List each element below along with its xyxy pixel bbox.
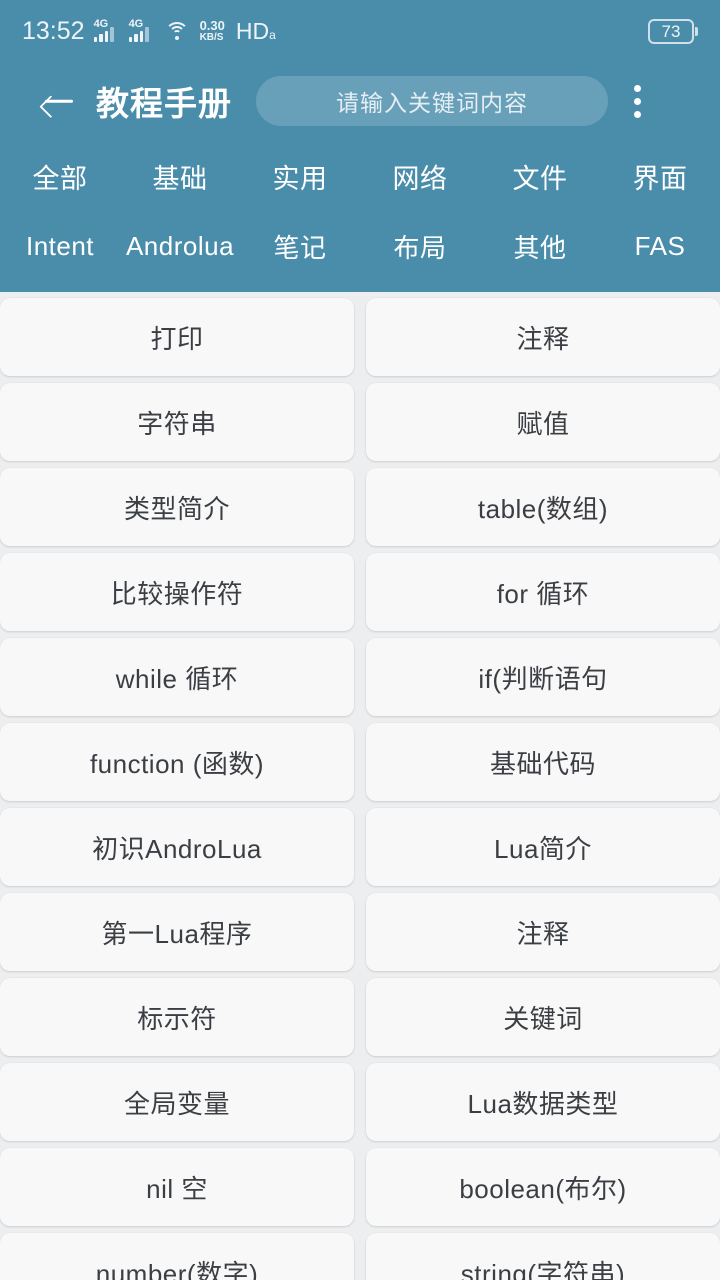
tab-fas[interactable]: FAS bbox=[600, 231, 720, 262]
tutorial-list[interactable]: 打印 注释 字符串 赋值 类型简介 table(数组) 比较操作符 for 循环 while 循… bbox=[0, 292, 720, 1280]
tutorial-card[interactable]: Lua简介 bbox=[366, 808, 720, 886]
tutorial-card-label: if(判断语句 bbox=[478, 663, 608, 694]
tutorial-grid: 打印 注释 字符串 赋值 类型简介 table(数组) 比较操作符 for 循环 while 循… bbox=[0, 298, 720, 1280]
page-title: 教程手册 bbox=[96, 85, 232, 122]
tutorial-card-label: 关键词 bbox=[503, 1003, 583, 1034]
battery-percent-label: 73 bbox=[648, 18, 694, 44]
signal-bars-2 bbox=[128, 27, 149, 42]
app-screen: 13:52 4G 4G 0.30 KB/S HD a 73 教程手册 请输入关键… bbox=[0, 0, 720, 1280]
tutorial-card[interactable]: 比较操作符 bbox=[0, 553, 354, 631]
tutorial-card-label: for 循环 bbox=[496, 578, 590, 609]
hd-voice-icon: HD a bbox=[236, 18, 276, 45]
tutorial-card-label: 打印 bbox=[150, 323, 204, 354]
wifi-icon bbox=[164, 20, 190, 42]
status-clock: 13:52 bbox=[22, 16, 85, 45]
signal-bars-1 bbox=[93, 27, 114, 42]
tutorial-card-label: 标示符 bbox=[137, 1003, 217, 1034]
tutorial-card-label: 第一Lua程序 bbox=[101, 918, 253, 949]
tutorial-card-label: while 循环 bbox=[115, 663, 239, 694]
battery-icon: 73 bbox=[648, 18, 698, 44]
network-speed-value: 0.30 bbox=[199, 18, 225, 33]
tutorial-card-label: 注释 bbox=[516, 918, 570, 949]
tutorial-card[interactable]: nil 空 bbox=[0, 1148, 354, 1226]
tab-notes[interactable]: 笔记 bbox=[240, 228, 360, 265]
tutorial-card[interactable]: 类型简介 bbox=[0, 468, 354, 546]
tutorial-card-label: 比较操作符 bbox=[110, 578, 244, 609]
search-input[interactable]: 请输入关键词内容 bbox=[256, 76, 608, 126]
tutorial-card[interactable]: 标示符 bbox=[0, 978, 354, 1056]
cellular-signal-2-icon: 4G bbox=[128, 19, 155, 42]
cellular-signal-1-icon: 4G bbox=[93, 19, 120, 42]
network-speed-unit: KB/S bbox=[199, 32, 224, 43]
tab-basic[interactable]: 基础 bbox=[120, 157, 240, 196]
tutorial-card-label: Lua数据类型 bbox=[467, 1088, 619, 1119]
tutorial-card[interactable]: 全局变量 bbox=[0, 1063, 354, 1141]
tab-other[interactable]: 其他 bbox=[480, 228, 600, 265]
tutorial-card-label: 赋值 bbox=[516, 408, 570, 439]
tutorial-card[interactable]: for 循环 bbox=[366, 553, 720, 631]
category-tabs: 全部 基础 实用 网络 文件 界面 Intent Androlua 笔记 布局 … bbox=[0, 140, 720, 280]
tab-file[interactable]: 文件 bbox=[480, 157, 600, 196]
hd-label: HD bbox=[235, 17, 270, 44]
tab-practical[interactable]: 实用 bbox=[240, 157, 360, 196]
tutorial-card[interactable]: 注释 bbox=[366, 893, 720, 971]
tutorial-card[interactable]: 打印 bbox=[0, 298, 354, 376]
tutorial-card-label: nil 空 bbox=[146, 1173, 208, 1204]
tab-layout[interactable]: 布局 bbox=[360, 228, 480, 265]
status-bar-left: 13:52 4G 4G 0.30 KB/S HD a bbox=[22, 17, 276, 46]
battery-cap bbox=[695, 26, 698, 36]
tab-androlua[interactable]: Androlua bbox=[120, 231, 240, 262]
tutorial-card[interactable]: if(判断语句 bbox=[366, 638, 720, 716]
tutorial-card[interactable]: while 循环 bbox=[0, 638, 354, 716]
tutorial-card-label: 基础代码 bbox=[489, 748, 596, 779]
app-header: 13:52 4G 4G 0.30 KB/S HD a 73 教程手册 请输入关键… bbox=[0, 0, 720, 292]
tab-ui[interactable]: 界面 bbox=[600, 157, 720, 196]
tutorial-card-label: table(数组) bbox=[477, 493, 609, 524]
tutorial-card[interactable]: 第一Lua程序 bbox=[0, 893, 354, 971]
tutorial-card-label: 全局变量 bbox=[123, 1088, 230, 1119]
tutorial-card-label: Lua简介 bbox=[494, 833, 592, 864]
tutorial-card-label: number(数字) bbox=[95, 1258, 259, 1280]
back-arrow-icon[interactable] bbox=[38, 80, 80, 122]
tutorial-card-label: 初识AndroLua bbox=[92, 833, 262, 864]
tutorial-card[interactable]: 注释 bbox=[366, 298, 720, 376]
tutorial-card[interactable]: 字符串 bbox=[0, 383, 354, 461]
tutorial-card-label: string(字符串) bbox=[460, 1258, 626, 1280]
tutorial-card[interactable]: boolean(布尔) bbox=[366, 1148, 720, 1226]
tutorial-card-label: boolean(布尔) bbox=[459, 1173, 627, 1204]
tab-intent[interactable]: Intent bbox=[0, 231, 120, 262]
tutorial-card[interactable]: number(数字) bbox=[0, 1233, 354, 1280]
status-bar: 13:52 4G 4G 0.30 KB/S HD a 73 bbox=[0, 0, 720, 62]
network-speed-indicator: 0.30 KB/S bbox=[200, 19, 225, 43]
tutorial-card[interactable]: 赋值 bbox=[366, 383, 720, 461]
tutorial-card-label: function (函数) bbox=[89, 748, 265, 779]
tutorial-card[interactable]: table(数组) bbox=[366, 468, 720, 546]
category-tab-row-1: 全部 基础 实用 网络 文件 界面 bbox=[0, 140, 720, 212]
tutorial-card[interactable]: 关键词 bbox=[366, 978, 720, 1056]
tutorial-card-label: 类型简介 bbox=[123, 493, 230, 524]
tutorial-card[interactable]: string(字符串) bbox=[366, 1233, 720, 1280]
tutorial-card[interactable]: Lua数据类型 bbox=[366, 1063, 720, 1141]
tutorial-card[interactable]: 基础代码 bbox=[366, 723, 720, 801]
hd-sublabel: a bbox=[269, 27, 276, 42]
tab-all[interactable]: 全部 bbox=[0, 157, 120, 196]
overflow-menu-icon[interactable] bbox=[614, 77, 660, 125]
tutorial-card[interactable]: 初识AndroLua bbox=[0, 808, 354, 886]
tab-network[interactable]: 网络 bbox=[360, 157, 480, 196]
tutorial-card-label: 注释 bbox=[516, 323, 570, 354]
tutorial-card[interactable]: function (函数) bbox=[0, 723, 354, 801]
app-bar: 教程手册 请输入关键词内容 bbox=[0, 62, 720, 140]
category-tab-row-2: Intent Androlua 笔记 布局 其他 FAS bbox=[0, 212, 720, 280]
search-placeholder: 请输入关键词内容 bbox=[336, 90, 528, 116]
tutorial-card-label: 字符串 bbox=[137, 408, 217, 439]
